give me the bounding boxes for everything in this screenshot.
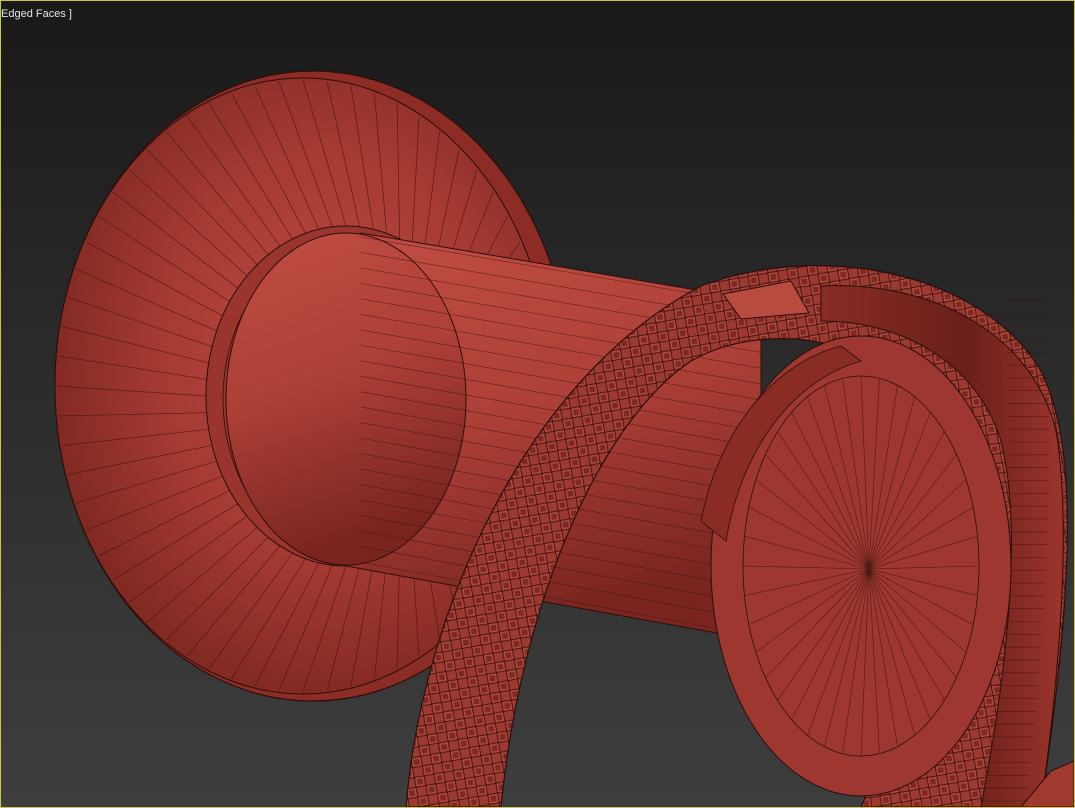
viewport-shading-label[interactable]: Edged Faces ] — [1, 8, 72, 20]
3d-viewport[interactable]: Edged Faces ] — [0, 0, 1075, 808]
viewport-scene[interactable] — [1, 1, 1074, 807]
